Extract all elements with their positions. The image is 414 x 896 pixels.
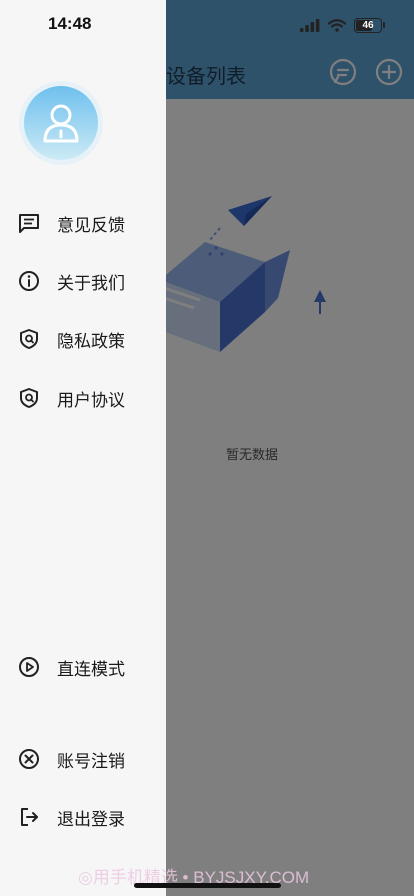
menu-item-delete-account[interactable]: 账号注销 bbox=[18, 744, 125, 774]
menu-item-feedback[interactable]: 意见反馈 bbox=[18, 208, 125, 238]
menu-item-privacy[interactable]: 隐私政策 bbox=[18, 324, 125, 354]
menu-item-label: 意见反馈 bbox=[57, 215, 125, 235]
menu-item-label: 退出登录 bbox=[57, 809, 125, 829]
menu-item-label: 用户协议 bbox=[57, 390, 125, 410]
feedback-icon bbox=[18, 212, 40, 234]
user-icon bbox=[43, 104, 79, 143]
menu-item-about[interactable]: 关于我们 bbox=[18, 266, 125, 296]
menu-item-label: 隐私政策 bbox=[57, 331, 125, 351]
info-icon bbox=[18, 270, 40, 292]
play-circle-icon bbox=[18, 656, 40, 678]
avatar-circle bbox=[24, 86, 98, 160]
menu-item-label: 关于我们 bbox=[57, 273, 125, 293]
shield-icon bbox=[18, 387, 40, 409]
close-circle-icon bbox=[18, 748, 40, 770]
battery-level: 46 bbox=[362, 19, 374, 31]
menu-item-label: 直连模式 bbox=[57, 659, 125, 679]
logout-icon bbox=[18, 806, 40, 828]
menu-item-label: 账号注销 bbox=[57, 751, 125, 771]
side-drawer: 意见反馈 关于我们 隐私政策 用户协议 直连模式 账号注销 退出登录 bbox=[0, 0, 166, 896]
battery-icon: 46 bbox=[354, 17, 385, 33]
shield-icon bbox=[18, 328, 40, 350]
menu-item-logout[interactable]: 退出登录 bbox=[18, 802, 125, 832]
menu-item-user-agreement[interactable]: 用户协议 bbox=[18, 383, 125, 413]
menu-item-direct-mode[interactable]: 直连模式 bbox=[18, 652, 125, 682]
wifi-icon bbox=[328, 18, 346, 32]
status-time: 14:48 bbox=[48, 14, 92, 33]
status-icons: 46 bbox=[300, 14, 385, 36]
home-indicator bbox=[134, 883, 281, 888]
avatar[interactable] bbox=[19, 81, 103, 165]
cellular-signal-icon bbox=[300, 18, 320, 32]
